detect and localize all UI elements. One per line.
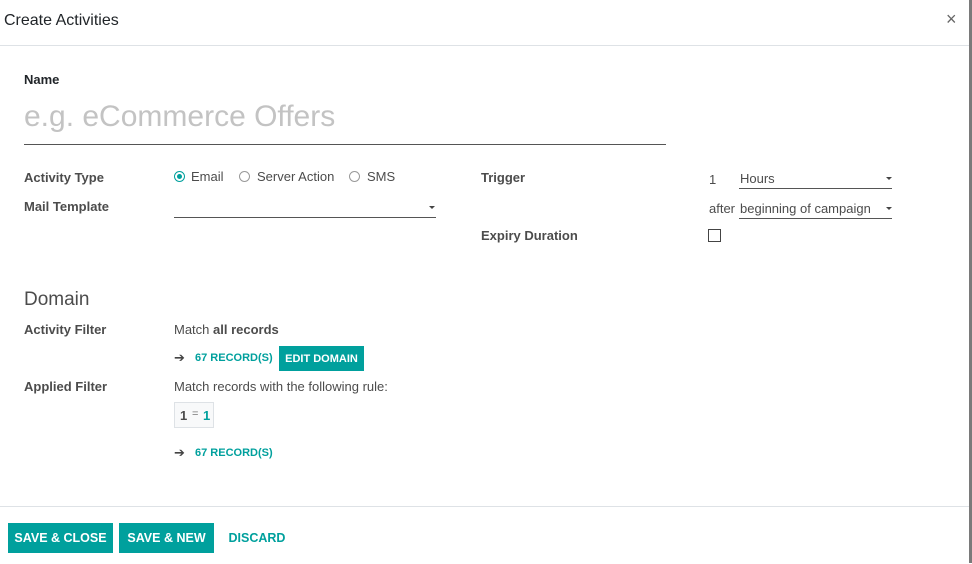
trigger-after-value: beginning of campaign — [740, 201, 871, 216]
trigger-unit-value: Hours — [740, 171, 775, 186]
arrow-right-icon: ➔ — [174, 445, 185, 460]
trigger-interval-input[interactable]: 1 — [709, 172, 716, 187]
edit-domain-button[interactable]: EDIT DOMAIN — [279, 346, 364, 371]
trigger-after-label: after — [709, 201, 736, 216]
expiry-duration-label: Expiry Duration — [481, 228, 578, 243]
rule-left-operand: 1 — [180, 408, 188, 423]
name-input[interactable] — [24, 94, 666, 145]
name-label: Name — [24, 72, 60, 87]
activity-filter-match: Match all records — [174, 322, 279, 337]
radio-sms[interactable] — [349, 171, 360, 182]
dialog-header: Create Activities × — [0, 0, 969, 46]
activity-filter-match-strong: all records — [213, 322, 279, 337]
domain-rule: 1 = 1 — [174, 402, 214, 428]
dialog-title: Create Activities — [4, 12, 119, 29]
applied-filter-text: Match records with the following rule: — [174, 379, 388, 394]
mail-template-label: Mail Template — [24, 199, 110, 214]
discard-button[interactable]: DISCARD — [221, 523, 293, 553]
activity-filter-label: Activity Filter — [24, 322, 107, 337]
radio-email-label[interactable]: Email — [191, 169, 224, 184]
chevron-down-icon[interactable] — [886, 177, 892, 180]
arrow-right-icon: ➔ — [174, 350, 185, 365]
trigger-label: Trigger — [481, 170, 526, 185]
applied-filter-label: Applied Filter — [24, 379, 108, 394]
chevron-down-icon[interactable] — [886, 207, 892, 210]
activity-type-label: Activity Type — [24, 170, 104, 185]
mail-template-select[interactable] — [174, 199, 436, 218]
radio-server-action-label[interactable]: Server Action — [257, 169, 334, 184]
rule-right-operand: 1 — [203, 408, 211, 423]
radio-sms-label[interactable]: SMS — [367, 169, 395, 184]
close-icon[interactable]: × — [946, 10, 957, 28]
save-close-button[interactable]: SAVE & CLOSE — [8, 523, 113, 553]
radio-server-action[interactable] — [239, 171, 250, 182]
chevron-down-icon[interactable] — [429, 206, 435, 209]
save-new-button[interactable]: SAVE & NEW — [119, 523, 214, 553]
rule-operator: = — [192, 408, 199, 420]
trigger-unit-select[interactable]: Hours — [739, 170, 892, 189]
expiry-duration-checkbox[interactable] — [708, 229, 721, 242]
activity-filter-records-link[interactable]: 67 RECORD(S) — [195, 352, 273, 364]
applied-filter-records-link[interactable]: 67 RECORD(S) — [195, 447, 273, 459]
trigger-after-select[interactable]: beginning of campaign — [739, 200, 892, 219]
activity-filter-match-prefix: Match — [174, 322, 214, 337]
radio-email[interactable] — [174, 171, 185, 182]
domain-section-title: Domain — [24, 289, 90, 310]
